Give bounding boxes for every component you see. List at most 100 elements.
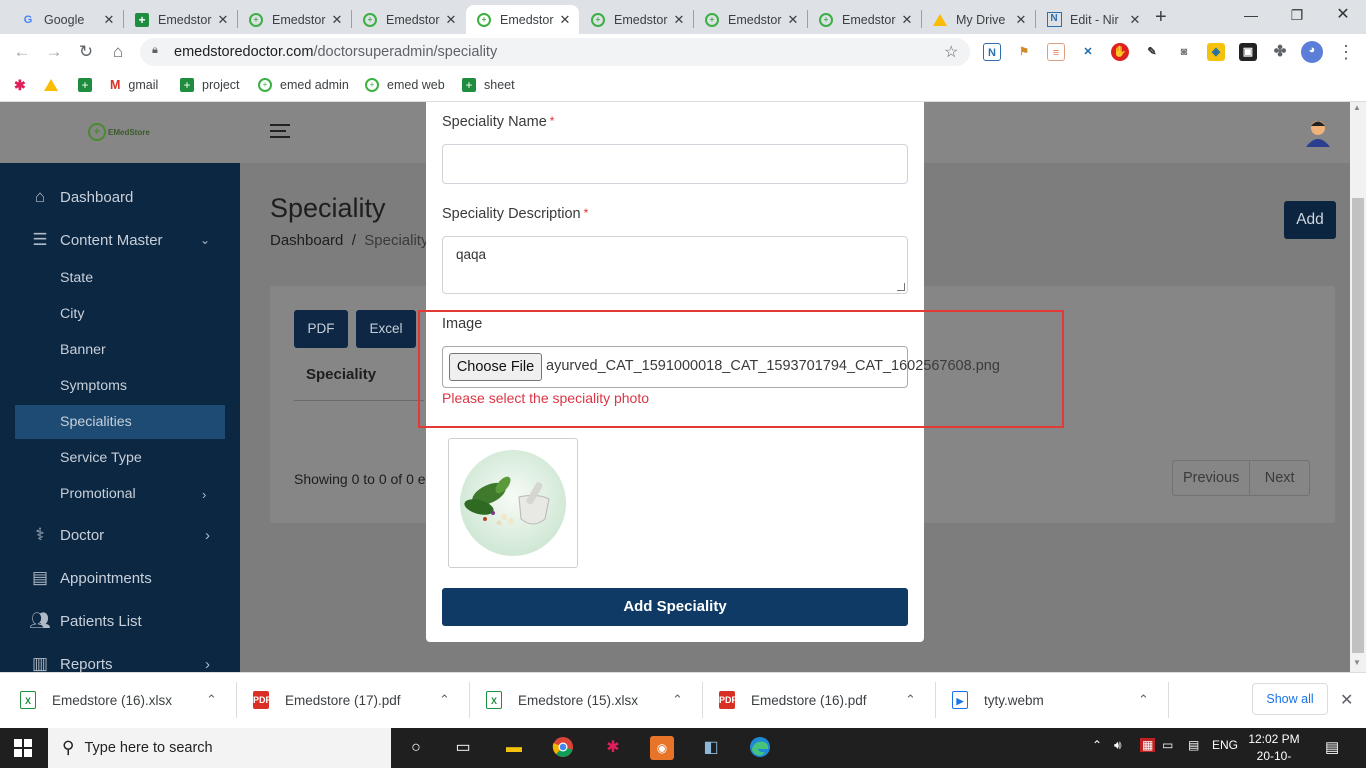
task-view-icon[interactable]: ▭ bbox=[451, 736, 475, 760]
tab-edit[interactable]: N Edit - Nir ✕ bbox=[1036, 5, 1149, 34]
bookmark-gmail[interactable]: Mgmail bbox=[110, 76, 158, 94]
tools-extension-icon[interactable]: ✕ bbox=[1079, 43, 1097, 61]
pin-extension-icon[interactable]: ⚑ bbox=[1015, 43, 1033, 61]
chrome-icon[interactable] bbox=[551, 736, 575, 760]
reload-icon[interactable]: ↻ bbox=[76, 42, 96, 62]
table-header-speciality[interactable]: Speciality bbox=[306, 366, 376, 383]
resize-handle-icon[interactable] bbox=[897, 283, 905, 291]
sidebar-item-patients-list[interactable]: 👥︎ Patients List bbox=[0, 606, 240, 636]
sidebar-item-city[interactable]: City bbox=[60, 306, 84, 322]
chevron-up-icon[interactable]: ⌃ bbox=[1138, 692, 1149, 708]
windows-start-icon[interactable] bbox=[14, 739, 32, 757]
sidebar-item-content-master[interactable]: ☰ Content Master ⌄ bbox=[0, 225, 240, 255]
bookmark-project[interactable]: + project bbox=[180, 76, 240, 94]
user-avatar[interactable] bbox=[1305, 119, 1331, 147]
minimize-icon[interactable]: — bbox=[1228, 0, 1274, 30]
tray-chevron-up-icon[interactable]: ⌃ bbox=[1092, 738, 1102, 752]
sidebar-item-state[interactable]: State bbox=[60, 270, 93, 286]
hamburger-menu-icon[interactable] bbox=[270, 124, 290, 140]
tab-emedstore[interactable]: + Emedstor ✕ bbox=[352, 5, 465, 34]
profile-avatar-icon[interactable]: ◕ bbox=[1301, 41, 1323, 63]
browser-menu-icon[interactable]: ⋮ bbox=[1336, 42, 1356, 62]
language-indicator[interactable]: ENG bbox=[1212, 738, 1238, 752]
close-icon[interactable]: ✕ bbox=[557, 12, 573, 28]
slack-icon[interactable]: ✱ bbox=[601, 736, 625, 760]
close-icon[interactable]: ✕ bbox=[1013, 12, 1029, 28]
close-downloads-icon[interactable]: ✕ bbox=[1340, 690, 1353, 710]
next-button[interactable]: Next bbox=[1250, 461, 1309, 495]
download-item[interactable]: PDF Emedstore (17).pdf ⌃ bbox=[253, 672, 463, 728]
show-all-downloads-button[interactable]: Show all bbox=[1252, 683, 1328, 715]
app-logo[interactable]: + EMedStore bbox=[88, 121, 154, 143]
tab-emedstore-active[interactable]: + Emedstor ✕ bbox=[466, 5, 579, 34]
bookmark-emed-admin[interactable]: + emed admin bbox=[258, 76, 349, 94]
tab-emedstore[interactable]: + Emedstor ✕ bbox=[808, 5, 921, 34]
forward-icon[interactable]: → bbox=[44, 42, 64, 62]
scrollbar-thumb[interactable] bbox=[1352, 198, 1364, 653]
file-explorer-icon[interactable]: ▬ bbox=[502, 736, 526, 760]
sidebar-item-banner[interactable]: Banner bbox=[60, 342, 106, 358]
notifications-icon[interactable]: ▤ bbox=[1325, 738, 1339, 756]
edge-icon[interactable] bbox=[748, 736, 772, 760]
bookmark-sheet[interactable]: + sheet bbox=[462, 76, 515, 94]
tab-emedstore[interactable]: + Emedstor ✕ bbox=[238, 5, 351, 34]
tab-emedstore[interactable]: + Emedstor ✕ bbox=[580, 5, 693, 34]
screenshot-app-icon[interactable]: ◉ bbox=[650, 736, 674, 760]
pen-extension-icon[interactable]: ✎ bbox=[1143, 43, 1161, 61]
close-icon[interactable]: ✕ bbox=[101, 12, 117, 28]
close-icon[interactable]: ✕ bbox=[785, 12, 801, 28]
close-icon[interactable]: ✕ bbox=[329, 12, 345, 28]
add-speciality-button[interactable]: Add Speciality bbox=[442, 588, 908, 626]
speciality-name-input[interactable] bbox=[442, 144, 908, 184]
cortana-icon[interactable]: ○ bbox=[404, 736, 428, 760]
bookmark-emed-web[interactable]: + emed web bbox=[365, 76, 445, 94]
chevron-up-icon[interactable]: ⌃ bbox=[905, 692, 916, 708]
download-item[interactable]: X Emedstore (16).xlsx ⌃ bbox=[20, 672, 230, 728]
sidebar-item-reports[interactable]: ▥ Reports › bbox=[0, 649, 240, 672]
sidebar-item-dashboard[interactable]: ⌂ Dashboard bbox=[0, 182, 240, 212]
sidebar-item-service-type[interactable]: Service Type bbox=[60, 450, 142, 466]
chevron-up-icon[interactable]: ⌃ bbox=[439, 692, 450, 708]
tab-emedstore[interactable]: + Emedstor ✕ bbox=[694, 5, 807, 34]
previous-button[interactable]: Previous bbox=[1173, 461, 1251, 495]
url-text[interactable]: emedstoredoctor.com/doctorsuperadmin/spe… bbox=[174, 44, 497, 60]
sidebar-item-symptoms[interactable]: Symptoms bbox=[60, 378, 127, 394]
extensions-puzzle-icon[interactable]: ✤ bbox=[1271, 43, 1289, 61]
close-icon[interactable]: ✕ bbox=[215, 12, 231, 28]
sidebar-item-appointments[interactable]: ▤ Appointments bbox=[0, 563, 240, 593]
notes-extension-icon[interactable]: ≡ bbox=[1047, 43, 1065, 61]
battery-icon[interactable]: ▭ bbox=[1162, 738, 1173, 752]
tab-emedstore-sheet[interactable]: + Emedstor ✕ bbox=[124, 5, 237, 34]
download-item[interactable]: PDF Emedstore (16).pdf ⌃ bbox=[719, 672, 929, 728]
network-icon[interactable]: ▤ bbox=[1188, 738, 1199, 752]
window-close-icon[interactable]: ✕ bbox=[1320, 0, 1366, 30]
add-button[interactable]: Add bbox=[1284, 201, 1336, 239]
home-icon[interactable]: ⌂ bbox=[108, 42, 128, 62]
close-icon[interactable]: ✕ bbox=[899, 12, 915, 28]
close-icon[interactable]: ✕ bbox=[443, 12, 459, 28]
code-extension-icon[interactable]: ▣ bbox=[1239, 43, 1257, 61]
breadcrumb-home[interactable]: Dashboard bbox=[270, 232, 343, 249]
scroll-down-icon[interactable]: ▼ bbox=[1353, 658, 1361, 667]
taskbar-search-box[interactable]: ⚲ Type here to search bbox=[48, 728, 391, 768]
download-item[interactable]: ▶ tyty.webm ⌃ bbox=[952, 672, 1162, 728]
sidebar-item-promotional[interactable]: Promotional › bbox=[60, 486, 220, 502]
speciality-description-textarea[interactable]: qaqa bbox=[442, 236, 908, 294]
slack-bookmark-icon[interactable]: ✱ bbox=[14, 76, 26, 94]
tray-app-icon[interactable]: ▦ bbox=[1140, 738, 1156, 752]
tab-my-drive[interactable]: My Drive ✕ bbox=[922, 5, 1035, 34]
chevron-up-icon[interactable]: ⌃ bbox=[206, 692, 217, 708]
adblock-extension-icon[interactable]: ✋ bbox=[1111, 43, 1129, 61]
pdf-export-button[interactable]: PDF bbox=[294, 310, 348, 348]
scroll-up-icon[interactable]: ▲ bbox=[1353, 103, 1361, 112]
drive-bookmark[interactable] bbox=[44, 76, 58, 94]
notion-extension-icon[interactable]: N bbox=[983, 43, 1001, 61]
lock-icon[interactable]: 🔒︎ bbox=[152, 44, 164, 58]
restore-icon[interactable]: ❐ bbox=[1274, 0, 1320, 30]
tab-google[interactable]: G Google ✕ bbox=[10, 5, 123, 34]
volume-icon[interactable]: 🔊︎ bbox=[1114, 738, 1122, 753]
vpn-extension-icon[interactable]: ◈ bbox=[1207, 43, 1225, 61]
camera-extension-icon[interactable]: ◙ bbox=[1175, 43, 1193, 61]
close-icon[interactable]: ✕ bbox=[671, 12, 687, 28]
sheets-bookmark[interactable]: + bbox=[78, 76, 92, 94]
